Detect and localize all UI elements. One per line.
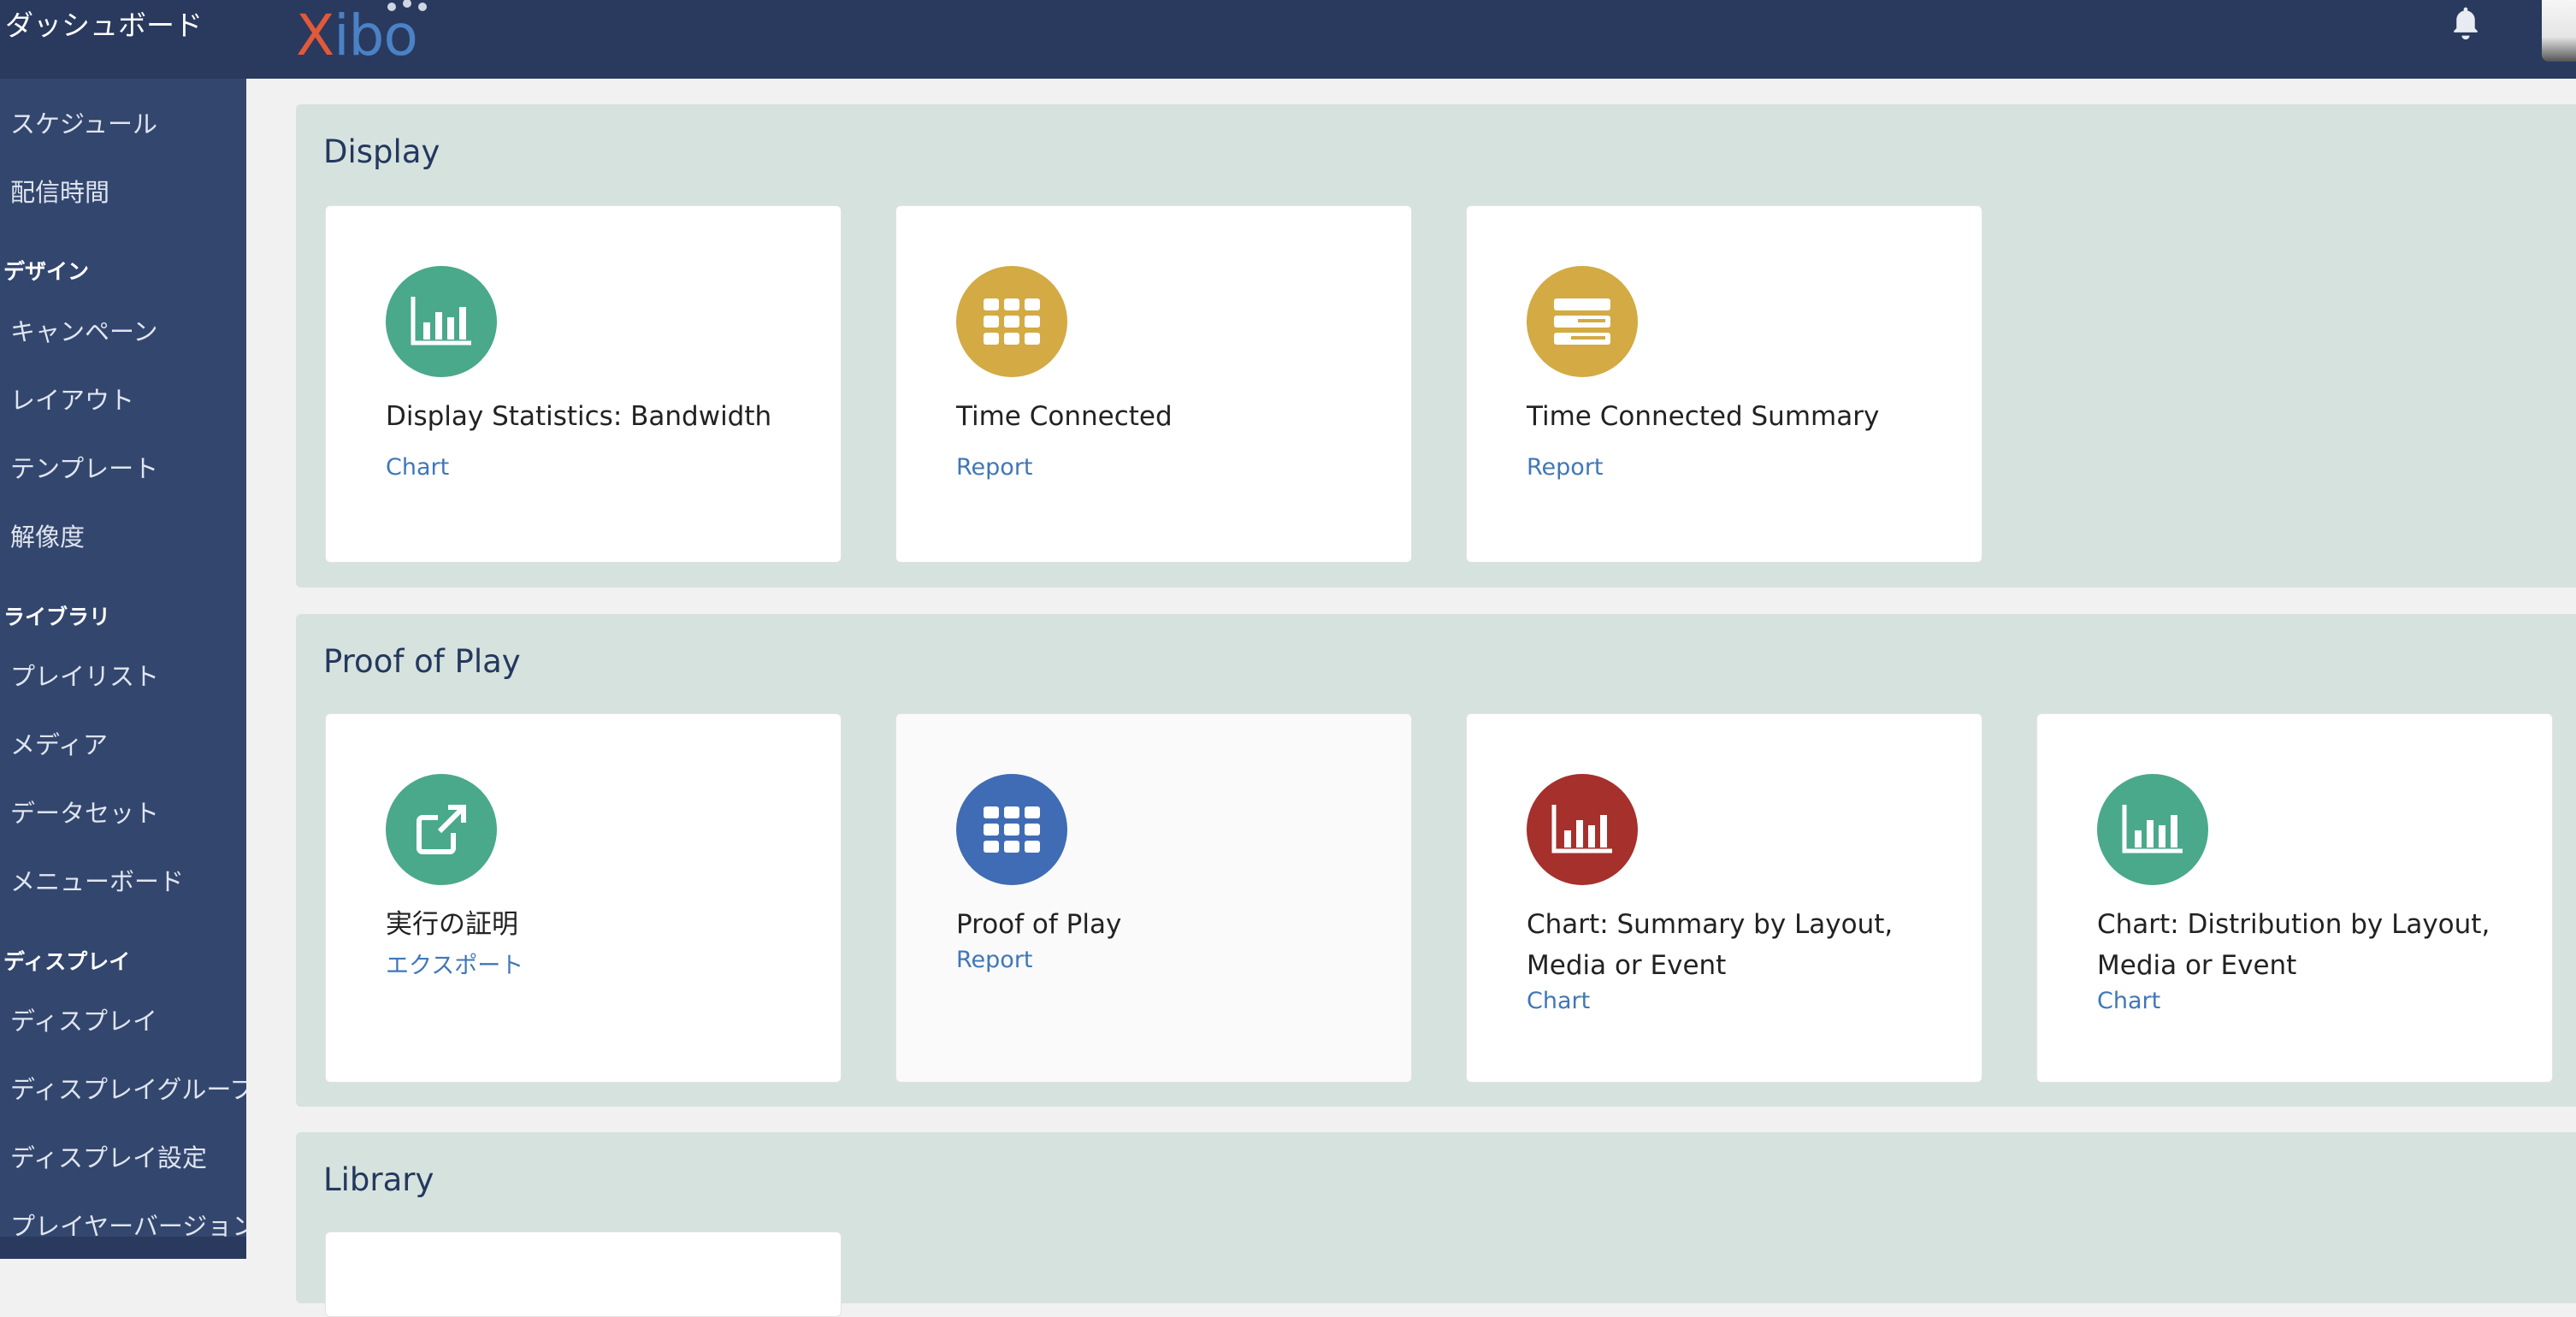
logo-x: X bbox=[296, 3, 334, 68]
section-title: Proof of Play bbox=[323, 643, 521, 680]
report-card[interactable]: Chart: Summary by Layout, Media or Event… bbox=[1466, 713, 1982, 1083]
sidebar-heading-displays: ディスプレイ bbox=[3, 949, 131, 974]
sidebar-title[interactable]: ダッシュボード bbox=[5, 3, 203, 48]
bell-icon[interactable] bbox=[2446, 3, 2485, 43]
report-card[interactable] bbox=[325, 1231, 842, 1317]
card-type-link[interactable]: Chart bbox=[386, 454, 449, 481]
sidebar-item-layouts[interactable]: レイアウト bbox=[10, 381, 134, 416]
card-type-link[interactable]: Chart bbox=[2097, 988, 2160, 1014]
section-title: Display bbox=[323, 133, 440, 170]
card-title: Time Connected Summary bbox=[1527, 401, 1880, 432]
sidebar-item-media[interactable]: メディア bbox=[10, 725, 108, 761]
sidebar-item-dayparting[interactable]: 配信時間 bbox=[10, 173, 109, 209]
bar-chart-icon bbox=[386, 266, 497, 377]
card-title: Display Statistics: Bandwidth bbox=[386, 401, 772, 432]
card-title: 実行の証明 bbox=[386, 909, 518, 940]
card-type-link[interactable]: Chart bbox=[1527, 988, 1590, 1014]
report-card[interactable]: Time Connected Report bbox=[895, 205, 1412, 563]
xibo-logo[interactable]: Xibo bbox=[296, 0, 427, 68]
card-title: Chart: Distribution by Layout, Media or … bbox=[2097, 909, 2490, 981]
card-title: Chart: Summary by Layout, Media or Event bbox=[1527, 909, 1894, 981]
report-card[interactable]: Proof of Play Report bbox=[895, 713, 1412, 1083]
sidebar-heading-library: ライブラリ bbox=[3, 605, 111, 629]
list-summary-icon bbox=[1527, 266, 1638, 377]
card-type-link[interactable]: Report bbox=[1527, 454, 1604, 481]
report-card[interactable]: Chart: Distribution by Layout, Media or … bbox=[2036, 713, 2553, 1083]
sidebar: スケジュール 配信時間 デザイン キャンペーン レイアウト テンプレート 解像度… bbox=[0, 79, 246, 1259]
sidebar-item-playlists[interactable]: プレイリスト bbox=[10, 657, 159, 693]
top-navbar: ダッシュボード Xibo bbox=[0, 0, 2576, 79]
sidebar-item-displays[interactable]: ディスプレイ bbox=[10, 1001, 157, 1037]
sidebar-item-campaigns[interactable]: キャンペーン bbox=[10, 312, 158, 348]
card-title: Proof of Play bbox=[956, 909, 1122, 940]
card-title: Time Connected bbox=[956, 401, 1173, 432]
sidebar-footer bbox=[0, 1237, 246, 1259]
sidebar-item-datasets[interactable]: データセット bbox=[10, 794, 159, 830]
user-avatar[interactable] bbox=[2542, 0, 2576, 62]
report-card[interactable]: Display Statistics: Bandwidth Chart bbox=[325, 205, 842, 563]
bar-chart-icon bbox=[1527, 774, 1638, 885]
grid-icon bbox=[956, 774, 1067, 885]
logo-dots-icon bbox=[387, 0, 427, 11]
section-library: Library bbox=[296, 1132, 2576, 1317]
sidebar-heading-design: デザイン bbox=[3, 259, 90, 284]
report-card[interactable]: Time Connected Summary Report bbox=[1466, 205, 1982, 563]
sidebar-item-display-groups[interactable]: ディスプレイグループ bbox=[10, 1070, 246, 1106]
section-proof-of-play: Proof of Play 実行の証明 エクスポート Proof of Play… bbox=[296, 614, 2576, 1107]
section-display: Display Display Statistics: Bandwidth Ch… bbox=[296, 104, 2576, 588]
sidebar-item-resolutions[interactable]: 解像度 bbox=[10, 517, 85, 553]
report-card[interactable]: 実行の証明 エクスポート bbox=[325, 713, 842, 1083]
sidebar-item-display-settings[interactable]: ディスプレイ設定 bbox=[10, 1138, 207, 1174]
section-title: Library bbox=[323, 1161, 434, 1198]
external-link-icon bbox=[386, 774, 497, 885]
card-type-link[interactable]: エクスポート bbox=[386, 947, 523, 980]
sidebar-item-schedule[interactable]: スケジュール bbox=[10, 104, 157, 140]
grid-icon bbox=[956, 266, 1067, 377]
sidebar-item-templates[interactable]: テンプレート bbox=[10, 449, 158, 485]
bar-chart-icon bbox=[2097, 774, 2208, 885]
card-type-link[interactable]: Report bbox=[956, 947, 1033, 973]
sidebar-item-menuboards[interactable]: メニューボード bbox=[10, 862, 184, 898]
card-type-link[interactable]: Report bbox=[956, 454, 1033, 481]
